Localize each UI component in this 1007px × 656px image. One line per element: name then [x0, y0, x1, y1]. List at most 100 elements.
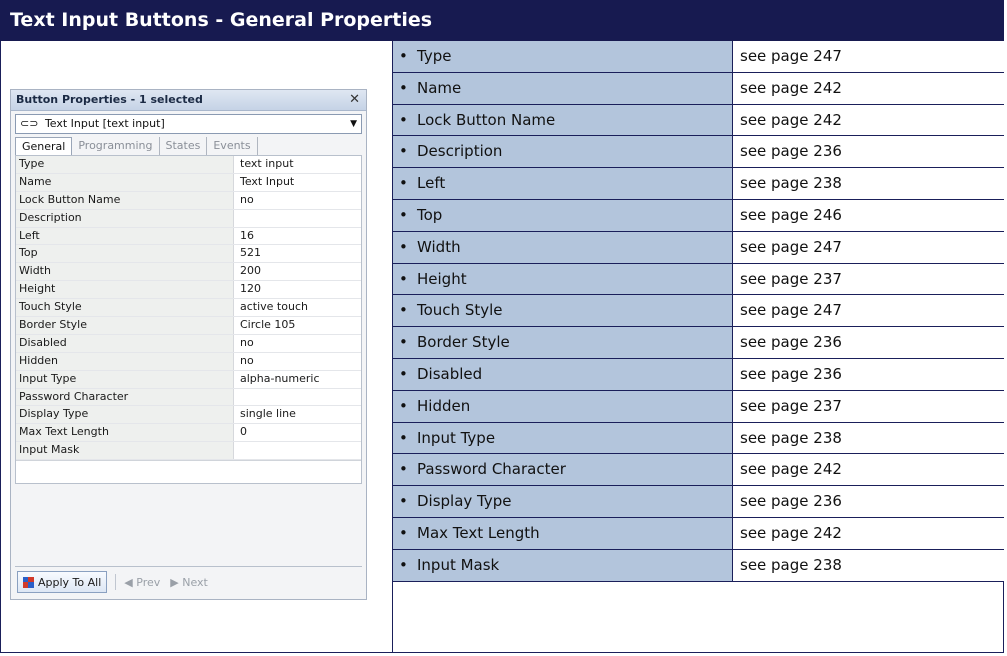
property-value[interactable]: text input: [234, 156, 361, 173]
property-grid: Type text input Name Text Input Lock Button …: [15, 155, 362, 485]
property-key: Input Type: [16, 370, 234, 388]
property-name-cell: • Width: [393, 231, 733, 263]
property-row[interactable]: Input Mask: [16, 442, 361, 461]
bullet-icon: •: [399, 174, 408, 193]
property-name-cell: • Height: [393, 263, 733, 295]
page-reference-cell: see page 236: [733, 486, 1004, 517]
property-name-cell: • Lock Button Name: [393, 104, 733, 136]
property-value[interactable]: single line: [234, 406, 361, 423]
property-value[interactable]: no: [234, 192, 361, 209]
page-title: Text Input Buttons - General Properties: [0, 0, 1004, 41]
property-row[interactable]: Input Type alpha-numeric: [16, 370, 361, 389]
property-row[interactable]: Name Text Input: [16, 173, 361, 192]
selector-value: Text Input [text input]: [44, 117, 165, 130]
property-row[interactable]: Top 521: [16, 245, 361, 264]
property-value[interactable]: Text Input: [234, 174, 361, 191]
property-value[interactable]: Circle 105: [234, 317, 361, 334]
tab-states[interactable]: States: [160, 137, 208, 155]
bullet-icon: •: [399, 555, 408, 574]
table-row: • Touch Style see page 247: [393, 295, 1004, 328]
page-reference-cell: see page 238: [733, 168, 1004, 199]
property-row[interactable]: Lock Button Name no: [16, 191, 361, 210]
property-name: Width: [417, 237, 461, 256]
property-value[interactable]: 16: [234, 228, 361, 245]
property-name: Input Type: [417, 428, 496, 447]
chevron-down-icon[interactable]: ▼: [350, 115, 357, 133]
property-row[interactable]: Disabled no: [16, 334, 361, 353]
property-row[interactable]: Password Character: [16, 388, 361, 407]
property-row[interactable]: Left 16: [16, 227, 361, 246]
table-row: • Hidden see page 237: [393, 390, 1004, 423]
chevron-left-icon: ◀: [124, 575, 137, 589]
property-value[interactable]: 200: [234, 263, 361, 280]
property-row[interactable]: Touch Style active touch: [16, 299, 361, 318]
tab-programming[interactable]: Programming: [72, 137, 160, 155]
property-row[interactable]: Max Text Length 0: [16, 424, 361, 443]
property-value[interactable]: [234, 389, 361, 406]
prev-button[interactable]: ◀ Prev: [124, 576, 160, 589]
property-value[interactable]: no: [234, 353, 361, 370]
property-key: Max Text Length: [16, 424, 234, 442]
next-button[interactable]: ▶ Next: [170, 576, 208, 589]
table-row: • Input Type see page 238: [393, 422, 1004, 455]
page-reference-cell: see page 247: [733, 295, 1004, 327]
property-value[interactable]: no: [234, 335, 361, 352]
close-icon[interactable]: ✕: [349, 90, 360, 110]
tab-events[interactable]: Events: [207, 137, 258, 155]
property-value[interactable]: [234, 442, 361, 459]
panel-footer: Apply To All ◀ Prev ▶ Next: [15, 566, 362, 593]
tab-general[interactable]: General: [15, 137, 73, 155]
property-name-cell: • Left: [393, 168, 733, 199]
apply-to-all-button[interactable]: Apply To All: [17, 571, 108, 593]
table-row: • Max Text Length see page 242: [393, 517, 1004, 550]
property-value[interactable]: 521: [234, 245, 361, 262]
property-name: Type: [417, 47, 452, 65]
page-reference-cell: see page 236: [733, 327, 1004, 358]
property-name-cell: • Input Type: [393, 422, 733, 454]
button-selector-dropdown[interactable]: ⊂⊃ Text Input [text input] ▼: [15, 114, 362, 134]
panel-title-bar: Button Properties - 1 selected ✕: [11, 90, 366, 111]
property-reference-table: • Type see page 247 • Name see page 242 • Lock …: [393, 41, 1004, 582]
property-name: Height: [417, 269, 467, 288]
apply-icon: [23, 576, 34, 588]
property-name: Top: [417, 205, 443, 224]
property-name: Disabled: [417, 364, 483, 383]
property-name: Name: [417, 78, 462, 97]
property-name-cell: • Display Type: [393, 486, 733, 517]
property-name: Max Text Length: [417, 523, 540, 542]
property-value[interactable]: active touch: [234, 299, 361, 316]
property-value[interactable]: 0: [234, 424, 361, 441]
bullet-icon: •: [399, 301, 408, 320]
property-value[interactable]: alpha-numeric: [234, 371, 361, 388]
bullet-icon: •: [399, 492, 408, 511]
page-reference-cell: see page 247: [733, 41, 1004, 72]
property-name-cell: • Max Text Length: [393, 517, 733, 549]
property-name-cell: • Input Mask: [393, 549, 733, 581]
property-value[interactable]: 120: [234, 281, 361, 298]
property-row[interactable]: Width 200: [16, 263, 361, 282]
bullet-icon: •: [399, 269, 408, 288]
apply-to-all-label: Apply To All: [38, 575, 102, 589]
property-value[interactable]: [234, 210, 361, 227]
property-key: Width: [16, 263, 234, 281]
page-reference-cell: see page 242: [733, 517, 1004, 549]
table-row: • Lock Button Name see page 242: [393, 104, 1004, 137]
bullet-icon: •: [399, 110, 408, 129]
property-row[interactable]: Border Style Circle 105: [16, 317, 361, 335]
page-reference-cell: see page 242: [733, 72, 1004, 104]
page-reference-cell: see page 242: [733, 104, 1004, 136]
property-row[interactable]: Hidden no: [16, 352, 361, 371]
property-key: Border Style: [16, 317, 234, 334]
bullet-icon: •: [399, 396, 408, 415]
property-name-cell: • Border Style: [393, 327, 733, 358]
footer-divider: [115, 574, 117, 590]
property-row[interactable]: Type text input: [16, 156, 361, 174]
next-label: Next: [182, 575, 208, 589]
property-row[interactable]: Height 120: [16, 281, 361, 300]
property-row[interactable]: Description: [16, 209, 361, 228]
property-row[interactable]: Display Type single line: [16, 406, 361, 425]
property-name-cell: • Type: [393, 41, 733, 72]
property-name-cell: • Top: [393, 199, 733, 231]
page-reference-cell: see page 236: [733, 136, 1004, 168]
property-name: Lock Button Name: [417, 110, 556, 129]
